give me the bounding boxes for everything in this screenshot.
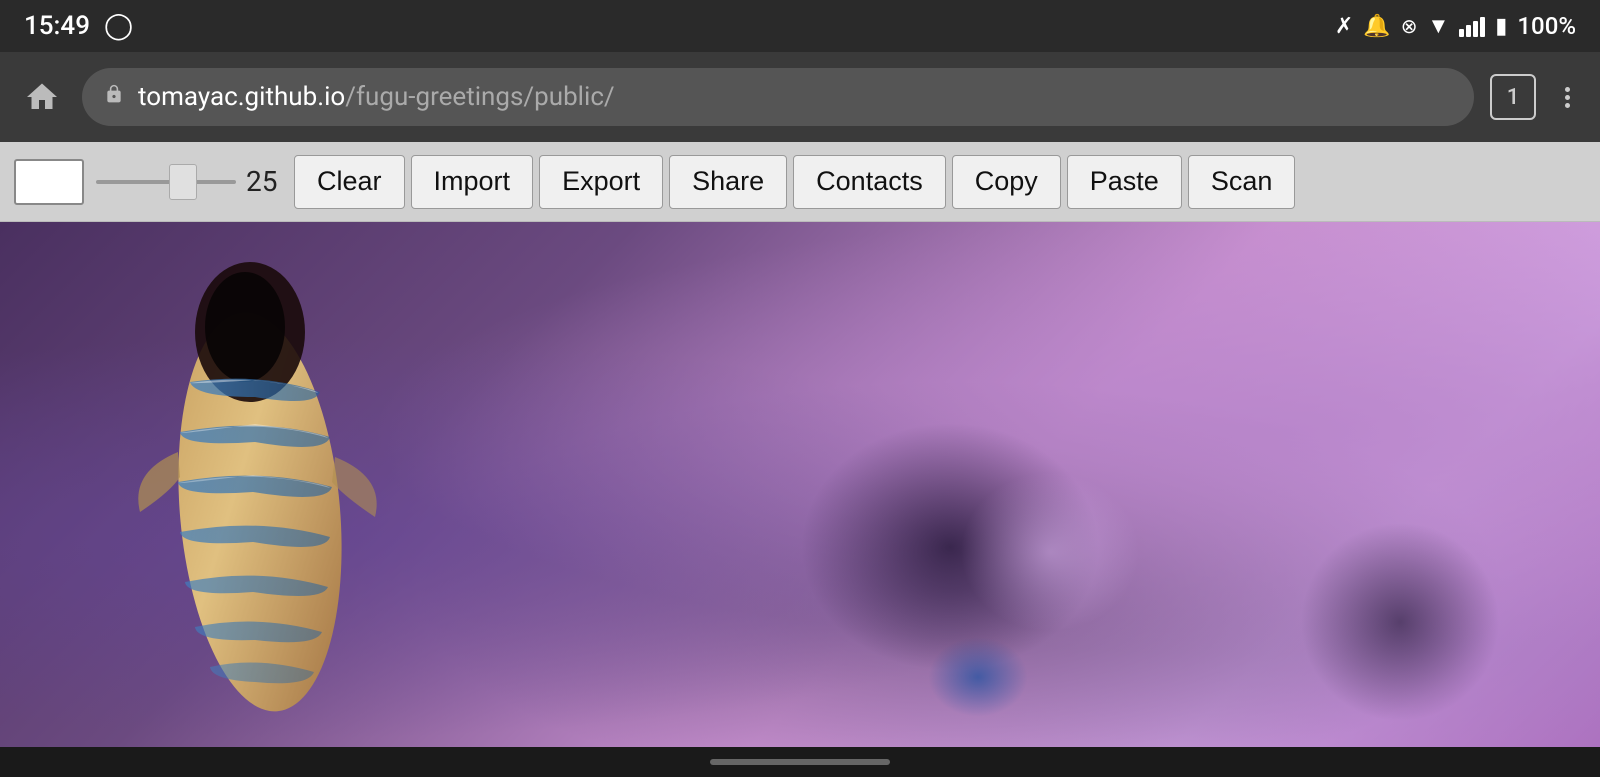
background <box>0 222 1600 747</box>
color-swatch[interactable] <box>14 159 84 205</box>
nav-handle <box>710 759 890 765</box>
contacts-button[interactable]: Contacts <box>793 155 946 209</box>
slider-value: 25 <box>246 165 282 198</box>
url-domain: tomayac.github.io <box>138 82 345 112</box>
clear-button[interactable]: Clear <box>294 155 405 209</box>
bg-blob-4 <box>928 637 1028 717</box>
fish-svg <box>90 232 430 712</box>
url-text: tomayac.github.io/fugu-greetings/public/ <box>138 82 615 112</box>
battery-icon: ▮ <box>1495 14 1507 39</box>
home-icon <box>24 79 60 115</box>
export-button[interactable]: Export <box>539 155 663 209</box>
status-bar: 15:49 ◯ ✗ 🔔 ⊗ ▼ ▮ 100% <box>0 0 1600 52</box>
copy-button[interactable]: Copy <box>952 155 1061 209</box>
mute-icon: 🔔 <box>1363 14 1390 39</box>
url-path: /fugu-greetings/public/ <box>345 82 614 112</box>
slider-track[interactable] <box>96 180 236 184</box>
paste-button[interactable]: Paste <box>1067 155 1182 209</box>
browser-bar: tomayac.github.io/fugu-greetings/public/… <box>0 52 1600 142</box>
android-icon: ◯ <box>104 11 133 41</box>
dnd-icon: ⊗ <box>1401 14 1418 38</box>
bg-blob-3 <box>960 472 1140 632</box>
slider-thumb[interactable] <box>169 164 197 200</box>
browser-actions: 1 <box>1490 74 1582 120</box>
toolbar: 25 Clear Import Export Share Contacts Co… <box>0 142 1600 222</box>
lock-icon <box>104 83 124 111</box>
main-content <box>0 222 1600 747</box>
status-bar-right: ✗ 🔔 ⊗ ▼ ▮ 100% <box>1335 12 1576 40</box>
wifi-icon: ▼ <box>1428 13 1450 39</box>
more-dot-3 <box>1565 103 1570 108</box>
tab-count-button[interactable]: 1 <box>1490 74 1536 120</box>
bluetooth-icon: ✗ <box>1335 14 1353 39</box>
more-dot-1 <box>1565 87 1570 92</box>
share-button[interactable]: Share <box>669 155 787 209</box>
signal-icon <box>1459 15 1485 37</box>
home-button[interactable] <box>18 73 66 121</box>
nav-bar <box>0 747 1600 777</box>
slider-container: 25 <box>96 165 282 198</box>
battery-percent: 100% <box>1517 12 1576 40</box>
more-button[interactable] <box>1552 74 1582 120</box>
scan-button[interactable]: Scan <box>1188 155 1296 209</box>
fish-image <box>90 232 430 712</box>
bg-blob-2 <box>1300 522 1500 722</box>
more-dot-2 <box>1565 95 1570 100</box>
import-button[interactable]: Import <box>411 155 534 209</box>
url-bar[interactable]: tomayac.github.io/fugu-greetings/public/ <box>82 68 1474 126</box>
status-bar-left: 15:49 ◯ <box>24 11 133 41</box>
clock: 15:49 <box>24 11 90 41</box>
